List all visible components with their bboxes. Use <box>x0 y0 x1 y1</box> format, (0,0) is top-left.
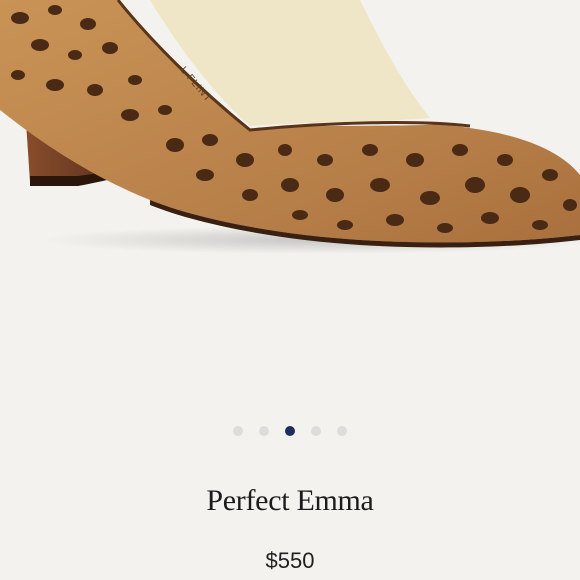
carousel-dots <box>0 425 580 437</box>
carousel-dot-4[interactable] <box>311 426 321 436</box>
product-image[interactable]: L FLINT <box>0 0 580 300</box>
carousel-dot-3[interactable] <box>285 426 295 436</box>
product-name: Perfect Emma <box>206 484 374 517</box>
product-page: L FLINT Perfect Emma $550 <box>0 0 580 580</box>
carousel-dot-2[interactable] <box>259 426 269 436</box>
carousel-dot-1[interactable] <box>233 426 243 436</box>
product-price: $550 <box>265 548 315 573</box>
carousel-dot-5[interactable] <box>337 426 347 436</box>
